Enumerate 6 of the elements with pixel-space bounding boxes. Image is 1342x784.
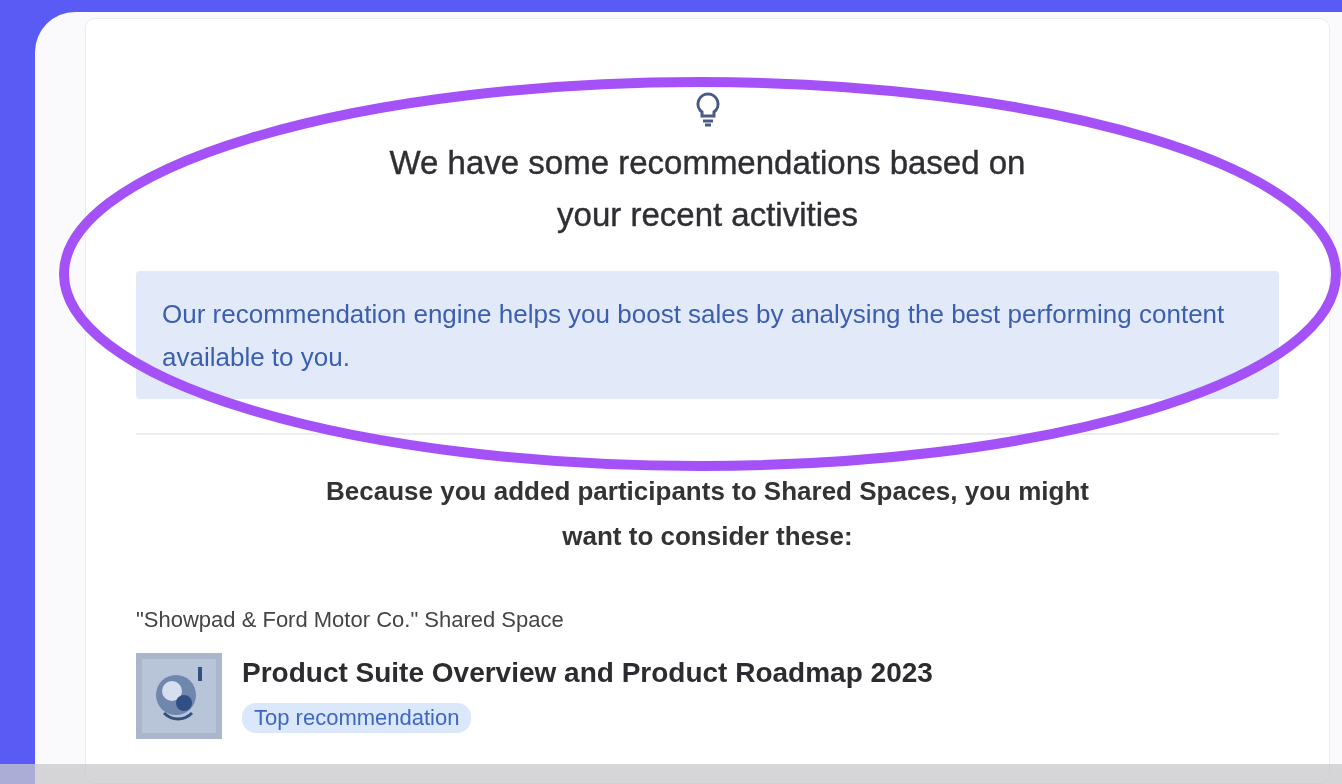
info-banner: Our recommendation engine helps you boost sales by analysing the best performing content available to you. [136, 271, 1279, 399]
recommendation-badge: Top recommendation [242, 703, 472, 733]
reason-text: Because you added participants to Shared Spaces, you might want to consider these: [325, 475, 1090, 553]
group-label: "Showpad & Ford Motor Co." Shared Space [136, 607, 565, 633]
content-title[interactable]: Product Suite Overview and Product Roadmap 2023 [242, 657, 933, 689]
heading: We have some recommendations based on your recent activities [388, 143, 1027, 235]
